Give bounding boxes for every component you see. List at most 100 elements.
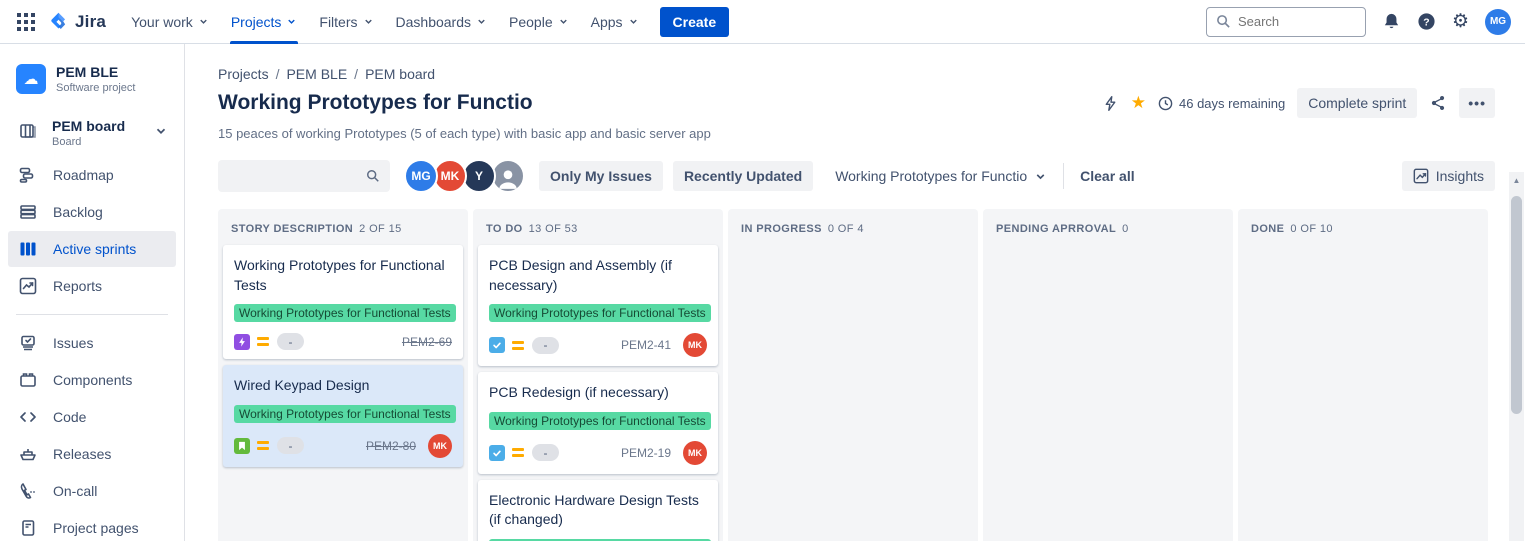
jira-logo-text: Jira: [75, 11, 107, 31]
chevron-down-icon: [198, 14, 209, 30]
column-title: PENDING APRROVAL: [996, 223, 1117, 235]
unassigned-avatar-icon[interactable]: [491, 159, 525, 193]
nav-item-projects[interactable]: Projects: [220, 0, 309, 44]
backlog-icon: [18, 202, 38, 222]
card-epic-label: Working Prototypes for Functional Tests: [234, 304, 456, 323]
breadcrumb-projects[interactable]: Projects: [218, 66, 269, 82]
complete-sprint-button[interactable]: Complete sprint: [1297, 88, 1418, 118]
nav-item-filters[interactable]: Filters: [308, 0, 384, 44]
only-my-issues-button[interactable]: Only My Issues: [539, 161, 663, 191]
nav-item-dashboards[interactable]: Dashboards: [385, 0, 499, 44]
issue-card[interactable]: PCB Design and Assembly (if necessary) Wo…: [478, 245, 718, 367]
sidebar-item-active-sprints[interactable]: Active sprints: [8, 231, 176, 267]
column-header: IN PROGRESS 0 of 4: [733, 209, 973, 245]
nav-item-people[interactable]: People: [498, 0, 580, 44]
column-title: IN PROGRESS: [741, 223, 822, 235]
card-epic-label: Working Prototypes for Functional Tests: [489, 411, 711, 430]
reports-icon: [18, 276, 38, 296]
filter-avatar-mg[interactable]: MG: [404, 159, 438, 193]
sprint-filter-dropdown[interactable]: Working Prototypes for Functio: [835, 168, 1047, 184]
priority-medium-icon: [257, 337, 269, 347]
sidebar-item-on-call[interactable]: On-call: [8, 473, 176, 509]
priority-medium-icon: [257, 441, 269, 451]
column-title: STORY DESCRIPTION: [231, 223, 354, 235]
issue-card[interactable]: Wired Keypad Design Working Prototypes fo…: [223, 365, 463, 467]
priority-medium-icon: [512, 448, 524, 458]
notifications-bell-icon[interactable]: [1382, 12, 1401, 31]
breadcrumb-separator: /: [275, 66, 280, 82]
board-switcher[interactable]: PEM board Board: [8, 110, 176, 156]
estimate-badge: -: [532, 336, 559, 354]
days-remaining: 46 days remaining: [1158, 96, 1285, 111]
filter-avatar-y[interactable]: Y: [462, 159, 496, 193]
estimate-badge: -: [277, 437, 304, 455]
settings-gear-icon[interactable]: ⚙: [1452, 10, 1469, 33]
issue-card[interactable]: PCB Redesign (if necessary) Working Proto…: [478, 372, 718, 474]
issue-card[interactable]: Working Prototypes for Functional Tests W…: [223, 245, 463, 360]
filter-avatar-mk[interactable]: MK: [433, 159, 467, 193]
chevron-down-icon: [476, 14, 487, 30]
breadcrumb-separator: /: [354, 66, 359, 82]
vertical-scrollbar[interactable]: ▲: [1509, 172, 1524, 541]
chevron-down-icon: [628, 14, 639, 30]
app-switcher-icon[interactable]: [10, 6, 42, 38]
insights-button[interactable]: Insights: [1401, 161, 1495, 191]
jira-logo-icon: [48, 11, 69, 32]
card-footer: - PEM2-41 MK: [489, 333, 707, 358]
sidebar-item-releases[interactable]: Releases: [8, 436, 176, 472]
sidebar-item-components[interactable]: Components: [8, 362, 176, 398]
more-actions-button[interactable]: •••: [1459, 88, 1495, 118]
help-icon[interactable]: ?: [1417, 12, 1436, 31]
recently-updated-button[interactable]: Recently Updated: [672, 161, 814, 191]
code-icon: [18, 407, 38, 427]
card-assignee-avatar[interactable]: MK: [683, 440, 707, 465]
column-count: 0: [1122, 223, 1129, 235]
nav-item-your-work[interactable]: Your work: [120, 0, 220, 44]
sidebar-item-project-pages[interactable]: Project pages: [8, 510, 176, 541]
sidebar-item-code[interactable]: Code: [8, 399, 176, 435]
favorite-star-icon[interactable]: ★: [1131, 93, 1146, 113]
card-title: Electronic Hardware Design Tests (if cha…: [489, 491, 699, 528]
global-search-input[interactable]: [1237, 14, 1348, 29]
board-search-input[interactable]: [228, 168, 356, 184]
sidebar-item-roadmap[interactable]: Roadmap: [8, 157, 176, 193]
project-avatar: ☁: [16, 64, 46, 94]
active-sprints-icon: [18, 239, 38, 259]
scrollbar-thumb[interactable]: [1511, 196, 1522, 414]
card-assignee-avatar[interactable]: MK: [428, 433, 452, 458]
clear-all-link[interactable]: Clear all: [1080, 168, 1134, 184]
sidebar-item-issues[interactable]: Issues: [8, 325, 176, 361]
epic-type-icon: [234, 333, 250, 350]
user-avatar[interactable]: MG: [1485, 8, 1511, 35]
column-header: TO DO 13 of 53: [478, 209, 718, 245]
column-header: STORY DESCRIPTION 2 of 15: [223, 209, 463, 245]
create-button[interactable]: Create: [659, 6, 730, 37]
breadcrumb-project[interactable]: PEM BLE: [286, 66, 347, 82]
column-count: 2 of 15: [359, 223, 402, 235]
filter-divider: [1063, 163, 1065, 189]
card-assignee-avatar[interactable]: MK: [683, 333, 707, 358]
nav-item-apps[interactable]: Apps: [580, 0, 650, 44]
project-type: Software project: [56, 82, 136, 94]
magnifier-icon: [1216, 14, 1231, 29]
issue-key: PEM2-19: [620, 445, 671, 460]
automation-bolt-icon[interactable]: [1102, 95, 1119, 112]
sidebar-divider: [16, 314, 168, 315]
breadcrumb-board[interactable]: PEM board: [365, 66, 435, 82]
project-header[interactable]: ☁ PEM BLE Software project: [8, 62, 176, 110]
share-icon[interactable]: [1429, 94, 1447, 112]
issue-card[interactable]: Electronic Hardware Design Tests (if cha…: [478, 479, 718, 541]
sidebar-item-backlog[interactable]: Backlog: [8, 194, 176, 230]
oncall-icon: [18, 481, 38, 501]
board-column: STORY DESCRIPTION 2 of 15 Working Protot…: [218, 209, 468, 541]
scroll-up-arrow[interactable]: ▲: [1509, 172, 1524, 188]
column-title: DONE: [1251, 223, 1285, 235]
global-search[interactable]: [1205, 6, 1366, 37]
card-footer: - PEM2-80 MK: [234, 433, 452, 458]
jira-logo[interactable]: Jira: [42, 11, 120, 32]
board-type: Board: [52, 136, 82, 148]
card-footer: - PEM2-69: [234, 333, 452, 351]
board-search[interactable]: [218, 160, 390, 192]
estimate-badge: -: [532, 444, 559, 462]
sidebar-item-reports[interactable]: Reports: [8, 268, 176, 304]
